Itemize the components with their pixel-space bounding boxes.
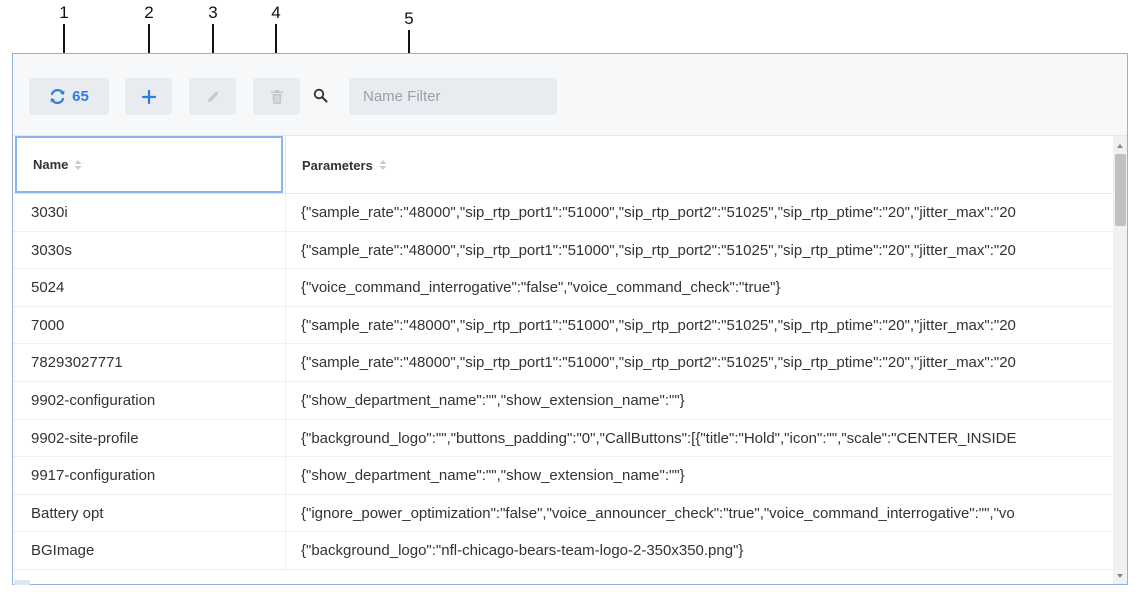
column-header-name[interactable]: Name bbox=[15, 136, 283, 193]
cell-name: 3030s bbox=[31, 241, 72, 259]
callout-4: 4 bbox=[261, 3, 291, 84]
table-row[interactable]: 9902-configuration {"show_department_name… bbox=[13, 381, 1113, 420]
config-panel: 65 Name Filter Name Parameters 3030i {"s… bbox=[12, 53, 1128, 585]
toolbar: 65 bbox=[13, 54, 1127, 136]
refresh-icon bbox=[49, 88, 66, 105]
callout-2: 2 bbox=[134, 3, 164, 84]
table-row[interactable]: 3030s {"sample_rate":"48000","sip_rtp_por… bbox=[13, 231, 1113, 270]
column-header-label: Parameters bbox=[302, 157, 373, 173]
cell-name: 5024 bbox=[31, 279, 65, 297]
column-divider bbox=[285, 532, 286, 569]
cell-name: 9902-site-profile bbox=[31, 429, 139, 447]
cell-parameters: {"ignore_power_optimization":"false","vo… bbox=[301, 504, 1015, 522]
sort-icon[interactable] bbox=[379, 159, 387, 171]
refresh-button[interactable]: 65 bbox=[29, 78, 109, 115]
cell-name: 3030i bbox=[31, 204, 68, 221]
sort-icon[interactable] bbox=[74, 159, 82, 171]
column-divider bbox=[285, 419, 286, 457]
scroll-up-arrow-icon[interactable] bbox=[1117, 144, 1123, 148]
add-button[interactable] bbox=[125, 78, 172, 115]
table-header: Name Parameters bbox=[13, 136, 1113, 194]
cell-parameters: {"sample_rate":"48000","sip_rtp_port1":"… bbox=[301, 354, 1016, 372]
callout-number: 3 bbox=[208, 3, 218, 22]
table-row[interactable]: 7000 {"sample_rate":"48000","sip_rtp_port… bbox=[13, 306, 1113, 345]
column-header-parameters[interactable]: Parameters bbox=[285, 136, 1105, 194]
cell-name: 7000 bbox=[31, 316, 65, 334]
cell-name: Battery opt bbox=[31, 504, 104, 522]
table-row[interactable]: 3030i {"sample_rate":"48000","sip_rtp_por… bbox=[13, 194, 1113, 232]
cell-parameters: {"show_department_name":"","show_extensi… bbox=[301, 391, 685, 409]
cell-parameters: {"sample_rate":"48000","sip_rtp_port1":"… bbox=[301, 204, 1016, 221]
column-divider bbox=[285, 494, 286, 532]
cell-parameters: {"background_logo":"","buttons_padding":… bbox=[301, 429, 1017, 447]
callout-number: 2 bbox=[144, 3, 154, 22]
callout-5: 5 bbox=[394, 9, 424, 92]
cell-name: 9917-configuration bbox=[31, 467, 156, 485]
data-grid: Name Parameters 3030i{"sample_rate":"480… bbox=[13, 136, 1113, 584]
column-divider bbox=[285, 269, 286, 306]
cell-parameters: {"sample_rate":"48000","sip_rtp_port1":"… bbox=[301, 316, 1016, 334]
table-row[interactable]: 9917-configuration {"show_department_name… bbox=[13, 457, 1113, 495]
refresh-count: 65 bbox=[72, 88, 89, 105]
vertical-scrollbar[interactable] bbox=[1113, 136, 1127, 584]
table-row[interactable]: 78293027771 {"sample_rate":"48000","sip_r… bbox=[13, 344, 1113, 382]
plus-icon bbox=[141, 89, 156, 104]
name-filter-input[interactable] bbox=[349, 78, 557, 115]
table-row[interactable]: BGImage {"background_logo":"nfl-chicago-b… bbox=[13, 532, 1113, 570]
cell-parameters: {"voice_command_interrogative":"false","… bbox=[301, 279, 781, 297]
cell-parameters: {"show_department_name":"","show_extensi… bbox=[301, 467, 685, 485]
pencil-icon bbox=[205, 89, 221, 105]
scroll-down-arrow-icon[interactable] bbox=[1117, 574, 1123, 578]
table-row[interactable]: 9902-site-profile {"background_logo":"","… bbox=[13, 419, 1113, 458]
table-row[interactable]: Battery opt {"ignore_power_optimization":… bbox=[13, 494, 1113, 533]
callout-1: 1 bbox=[49, 3, 79, 84]
cell-name: 9902-configuration bbox=[31, 391, 156, 409]
scrollbar-thumb[interactable] bbox=[1115, 154, 1126, 226]
cell-name: 78293027771 bbox=[31, 354, 123, 372]
delete-button[interactable] bbox=[253, 78, 300, 115]
search-icon bbox=[313, 88, 328, 108]
table-row[interactable]: 5024 {"voice_command_interrogative":"fals… bbox=[13, 269, 1113, 307]
column-divider bbox=[285, 306, 286, 344]
cell-parameters: {"background_logo":"nfl-chicago-bears-te… bbox=[301, 542, 744, 560]
column-header-label: Name bbox=[33, 157, 69, 172]
column-divider bbox=[285, 231, 286, 269]
table-body: 3030i {"sample_rate":"48000","sip_rtp_por… bbox=[13, 194, 1113, 570]
column-divider bbox=[285, 344, 286, 381]
column-divider bbox=[285, 194, 286, 231]
column-divider bbox=[285, 457, 286, 494]
cell-parameters: {"sample_rate":"48000","sip_rtp_port1":"… bbox=[301, 241, 1016, 259]
cell-name: BGImage bbox=[31, 542, 95, 560]
row-selection-checkbox[interactable] bbox=[14, 580, 30, 585]
column-divider bbox=[285, 381, 286, 419]
trash-icon bbox=[270, 89, 284, 105]
callout-number: 4 bbox=[271, 3, 281, 22]
edit-button[interactable] bbox=[189, 78, 236, 115]
callout-3: 3 bbox=[198, 3, 228, 84]
callout-number: 1 bbox=[59, 3, 69, 22]
callout-number: 5 bbox=[404, 9, 414, 28]
